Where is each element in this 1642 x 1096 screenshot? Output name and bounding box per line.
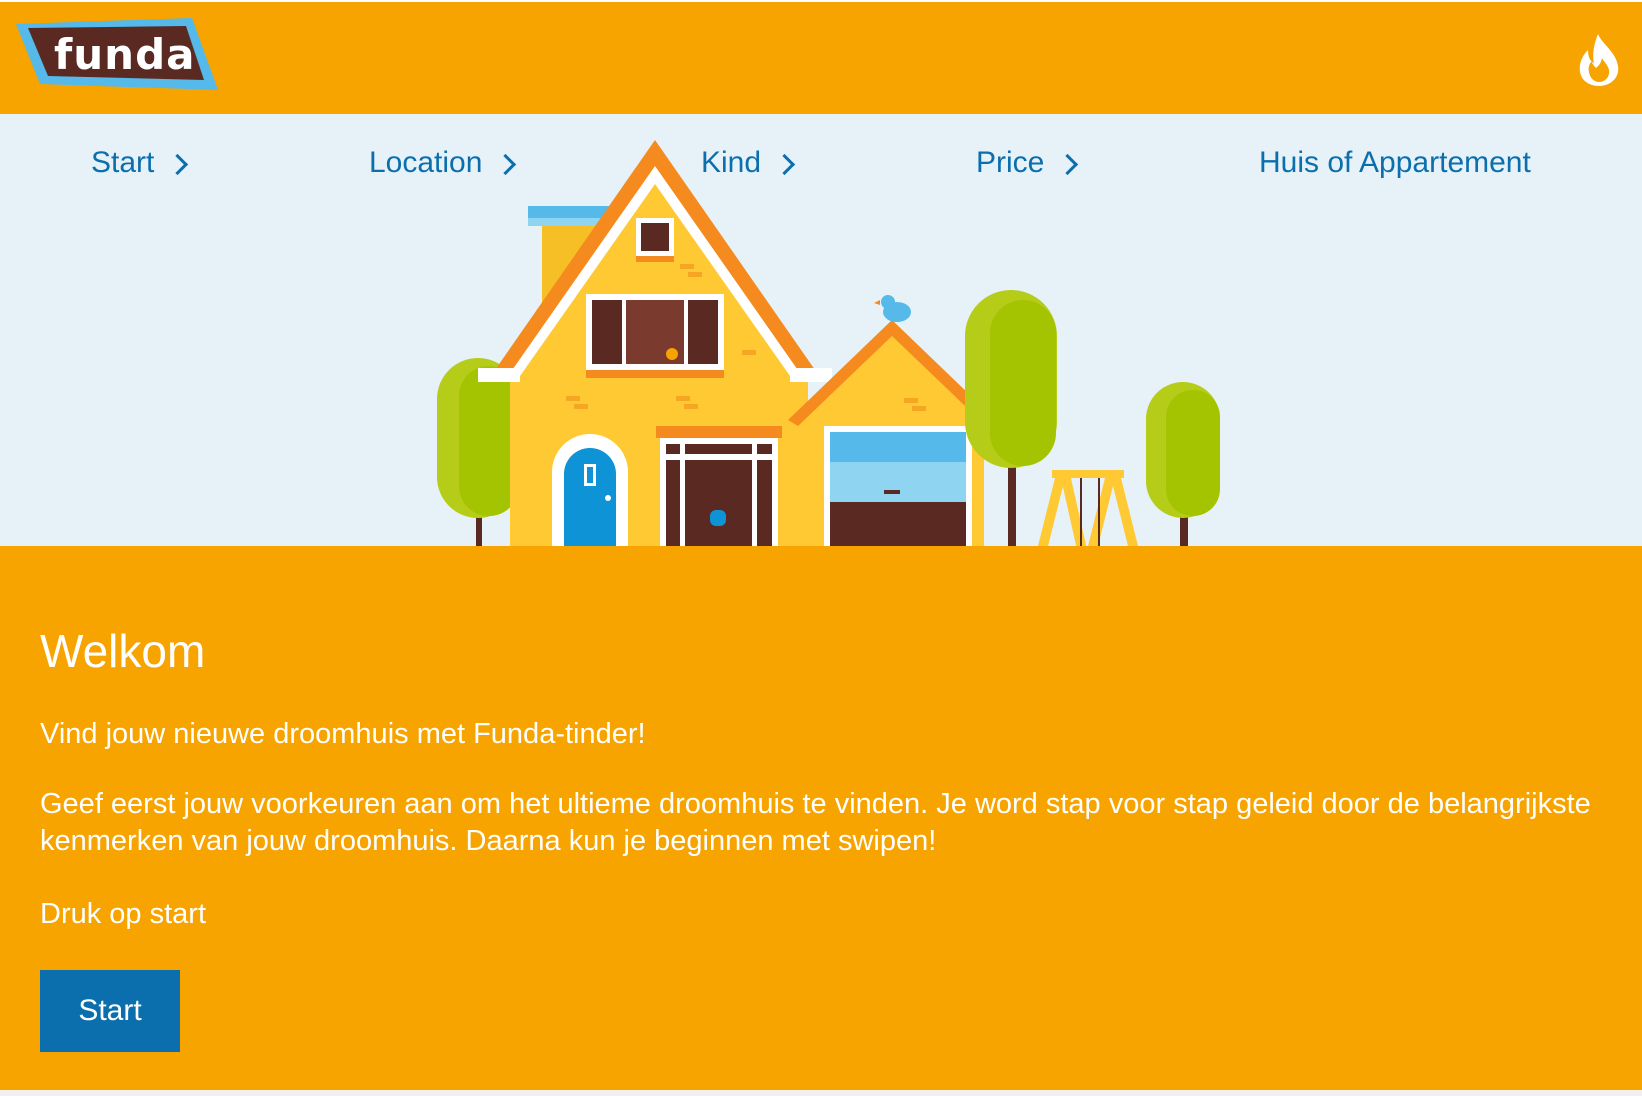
bottom-divider: [0, 1090, 1642, 1096]
step-price-label: Price: [976, 146, 1045, 179]
start-button[interactable]: Start: [40, 970, 180, 1052]
chevron-right-icon: [495, 153, 517, 175]
chevron-right-icon: [1057, 153, 1079, 175]
step-start-label: Start: [91, 146, 155, 179]
welcome-panel: Welkom Vind jouw nieuwe droomhuis met Fu…: [0, 546, 1642, 1090]
description-text: Geef eerst jouw voorkeuren aan om het ul…: [40, 788, 1591, 857]
step-kind-label: Kind: [701, 146, 762, 179]
flame-icon[interactable]: [1576, 32, 1622, 86]
logo-text: funda: [54, 30, 196, 79]
chevron-right-icon: [167, 153, 189, 175]
chevron-right-icon: [773, 153, 796, 175]
step-kind[interactable]: Kind: [701, 138, 796, 188]
funda-logo[interactable]: funda: [14, 18, 218, 92]
intro-text: Vind jouw nieuwe droomhuis met Funda-tin…: [40, 718, 646, 750]
step-location-label: Location: [369, 146, 483, 179]
step-huis-of-appartement-label: Huis of Appartement: [1259, 146, 1531, 179]
step-navigation: Start Location Kind Price Huis of Appart…: [0, 138, 1642, 188]
top-bar: funda: [0, 0, 1642, 114]
page: funda Start Location Kind Price Huis of …: [0, 0, 1642, 1096]
instruction-text: Druk op start: [40, 898, 206, 930]
step-price[interactable]: Price: [976, 138, 1079, 188]
step-location[interactable]: Location: [369, 138, 517, 188]
top-rule: [0, 0, 1642, 2]
page-title: Welkom: [40, 625, 206, 677]
step-start[interactable]: Start: [91, 138, 189, 188]
step-huis-of-appartement[interactable]: Huis of Appartement: [1259, 138, 1531, 188]
